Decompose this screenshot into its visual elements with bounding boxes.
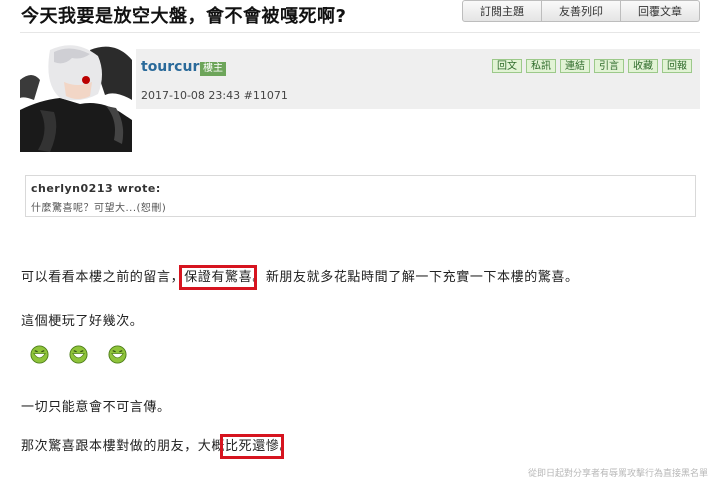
post-floor[interactable]: #11071 <box>244 89 288 102</box>
avatar[interactable] <box>20 40 132 152</box>
quote-text: 什麼驚喜呢？可望大...(恕刪) <box>31 203 167 214</box>
body-paragraph-3: 一切只能意會不可言傳。 <box>21 400 171 415</box>
p4-text-after: 。 <box>279 439 294 454</box>
grin-emoticon-icon <box>69 345 88 364</box>
highlight-box-guarantee: 保證有驚喜 <box>179 265 258 290</box>
post-meta: 2017-10-08 23:43 #11071 <box>141 89 288 102</box>
avatar-image <box>20 40 132 152</box>
body-paragraph-1: 可以看看本樓之前的留言，保證有驚喜。新朋友就多花點時間了解一下充實一下本樓的驚喜… <box>21 265 579 290</box>
message-button[interactable]: 私訊 <box>526 59 556 73</box>
tab-subscribe[interactable]: 訂閱主題 <box>462 0 542 22</box>
emote-row <box>30 345 127 364</box>
report-button[interactable]: 回報 <box>662 59 692 73</box>
p1-text-after: 。新朋友就多花點時間了解一下充實一下本樓的驚喜。 <box>252 270 579 285</box>
link-button[interactable]: 連結 <box>560 59 590 73</box>
post-actions: 回文 私訊 連結 引言 收藏 回報 <box>492 59 692 73</box>
favorite-button[interactable]: 收藏 <box>628 59 658 73</box>
forum-notice-watermark: 從即日起對分享者有辱罵攻擊行為直接黑名單 <box>527 469 708 479</box>
body-paragraph-2: 這個梗玩了好幾次。 <box>21 314 144 329</box>
post-author[interactable]: tourcura <box>141 59 209 75</box>
quote-block: cherlyn0213 wrote: 什麼驚喜呢？可望大...(恕刪) <box>25 175 696 217</box>
body-paragraph-4: 那次驚喜跟本樓對做的朋友，大概比死還慘。 <box>21 434 294 459</box>
grin-emoticon-icon <box>108 345 127 364</box>
p4-text-before: 那次驚喜跟本樓對做的朋友，大概 <box>21 439 226 454</box>
post-header: tourcura 樓主 回文 私訊 連結 引言 收藏 回報 2017-10-08… <box>136 49 700 109</box>
thread-tabs: 訂閱主題 友善列印 回覆文章 <box>462 0 700 22</box>
highlight-box-worse-than-death: 比死還慘 <box>219 434 285 459</box>
post-date: 2017-10-08 23:43 <box>141 89 241 102</box>
quote-author: cherlyn0213 wrote: <box>31 182 161 195</box>
tab-reply[interactable]: 回覆文章 <box>621 0 700 22</box>
grin-emoticon-icon <box>30 345 49 364</box>
quote-button[interactable]: 引言 <box>594 59 624 73</box>
header-divider <box>20 32 700 33</box>
tab-print[interactable]: 友善列印 <box>542 0 621 22</box>
owner-badge: 樓主 <box>200 62 226 76</box>
reply-button[interactable]: 回文 <box>492 59 522 73</box>
p1-text-before: 可以看看本樓之前的留言， <box>21 270 185 285</box>
thread-title: 今天我要是放空大盤，會不會被嘎死啊? <box>21 6 347 27</box>
